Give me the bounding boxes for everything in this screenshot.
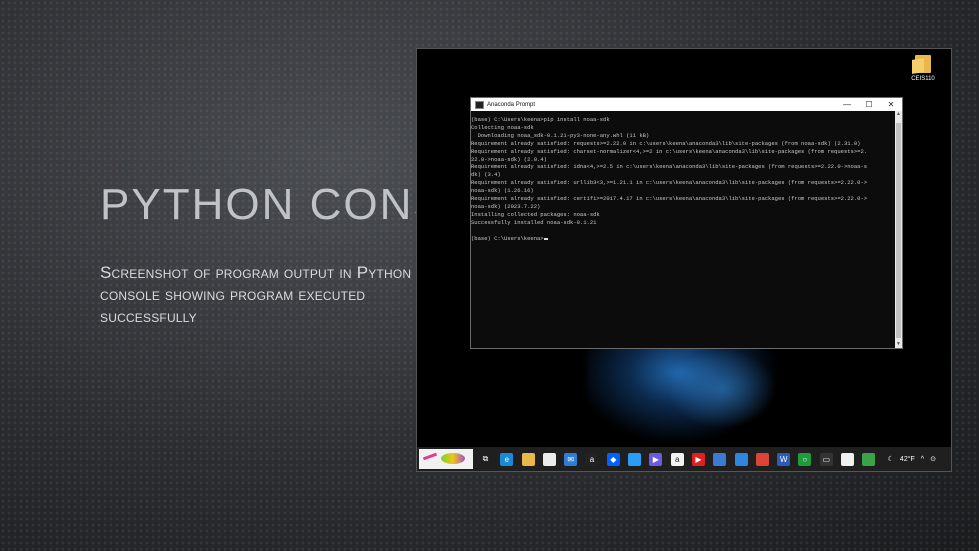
taskbar-icons: ⧉ e ✉ a ◆ ▶ a ▶ W ○ ▭ — [479, 452, 884, 466]
edge-icon[interactable]: e — [500, 452, 514, 466]
terminal-scrollbar[interactable]: ▲ ▼ — [895, 111, 902, 348]
slide-title: Python Cons — [100, 180, 445, 229]
store-icon[interactable] — [734, 452, 748, 466]
slide-subtitle: Screenshot of program output in Python c… — [100, 263, 412, 326]
folder-icon — [915, 55, 931, 73]
terminal-line: Requirement already satisfied: certifi>=… — [471, 195, 868, 203]
text-cursor — [543, 238, 548, 240]
anaconda-icon[interactable] — [862, 452, 876, 466]
media-player-icon[interactable]: ▶ — [649, 452, 663, 466]
terminal-line: noaa-sdk) (2023.7.22) — [471, 202, 541, 210]
streamer-graphic — [422, 452, 438, 461]
desktop-screenshot: CEIS110 Anaconda Prompt — ☐ ✕ (base) C:\… — [416, 48, 952, 472]
terminal-line: Requirement already satisfied: idna<4,>=… — [471, 163, 868, 171]
terminal-line: Installing collected packages: noaa-sdk — [471, 210, 600, 218]
mail-icon[interactable]: ✉ — [564, 452, 578, 466]
file-explorer-icon[interactable] — [521, 452, 535, 466]
task-view-icon[interactable]: ⧉ — [479, 452, 492, 466]
terminal-line: dk) (3.4) — [471, 171, 501, 179]
anaconda-prompt-window[interactable]: Anaconda Prompt — ☐ ✕ (base) C:\Users\ke… — [470, 97, 903, 349]
news-icon[interactable] — [542, 452, 556, 466]
scroll-thumb[interactable] — [896, 123, 901, 338]
terminal-line: noaa-sdk) (1.26.16) — [471, 187, 534, 195]
taskbar: ⧉ e ✉ a ◆ ▶ a ▶ W ○ ▭ ☾ 42°F ^ ⊙ — [417, 447, 951, 471]
maximize-button[interactable]: ☐ — [858, 98, 880, 111]
terminal-prompt-line[interactable]: (base) C:\Users\keena> — [471, 235, 895, 243]
search-thumbnail[interactable] — [419, 449, 473, 469]
window-titlebar[interactable]: Anaconda Prompt — ☐ ✕ — [471, 98, 902, 111]
amazon-app-icon[interactable]: a — [670, 452, 684, 466]
system-tray: ☾ 42°F ^ ⊙ — [888, 455, 942, 464]
wallpaper-graphic-highlight — [667, 349, 777, 429]
weather-icon[interactable]: ☾ — [888, 455, 894, 463]
youtube-icon[interactable]: ▶ — [691, 452, 705, 466]
amazon-icon[interactable]: a — [585, 452, 599, 466]
terminal-icon[interactable]: ▭ — [819, 452, 833, 466]
terminal-app-icon — [475, 100, 484, 109]
close-button[interactable]: ✕ — [880, 98, 902, 111]
terminal-line: (base) C:\Users\keena>pip install noaa-s… — [471, 116, 610, 123]
cloud-app-icon[interactable] — [628, 452, 642, 466]
chrome-icon[interactable] — [755, 452, 769, 466]
weather-temp[interactable]: 42°F — [900, 456, 915, 463]
terminal-line: Requirement already satisfied: requests>… — [471, 139, 861, 147]
jupyter-icon[interactable] — [841, 452, 855, 466]
dropbox-icon[interactable]: ◆ — [606, 452, 620, 466]
desktop-folder[interactable]: CEIS110 — [905, 55, 941, 82]
terminal-line: 22.0->noaa-sdk) (2.0.4) — [471, 155, 547, 163]
xbox-icon[interactable]: ○ — [798, 452, 812, 466]
terminal-line: Collecting noaa-sdk — [471, 123, 534, 131]
terminal-output[interactable]: (base) C:\Users\keena>pip install noaa-s… — [471, 111, 895, 348]
scroll-down-arrow-icon[interactable]: ▼ — [895, 341, 902, 348]
terminal-line: Downloading noaa_sdk-0.1.21-py3-none-any… — [471, 131, 650, 139]
store-bag-icon[interactable] — [713, 452, 727, 466]
terminal-line: Requirement already satisfied: urllib3<3… — [471, 179, 868, 187]
tray-status-icon[interactable]: ⊙ — [930, 455, 936, 463]
scroll-up-arrow-icon[interactable]: ▲ — [895, 111, 902, 118]
desktop-folder-label: CEIS110 — [911, 76, 935, 82]
window-title: Anaconda Prompt — [487, 101, 536, 108]
mask-graphic — [441, 453, 465, 464]
tray-overflow-icon[interactable]: ^ — [921, 456, 924, 463]
terminal-line: Successfully installed noaa-sdk-0.1.21 — [471, 218, 597, 226]
terminal-line: Requirement already satisfied: charset-n… — [471, 147, 868, 155]
word-icon[interactable]: W — [777, 452, 791, 466]
minimize-button[interactable]: — — [836, 98, 858, 111]
terminal-prompt: (base) C:\Users\keena> — [471, 234, 544, 242]
window-controls: — ☐ ✕ — [836, 98, 902, 111]
